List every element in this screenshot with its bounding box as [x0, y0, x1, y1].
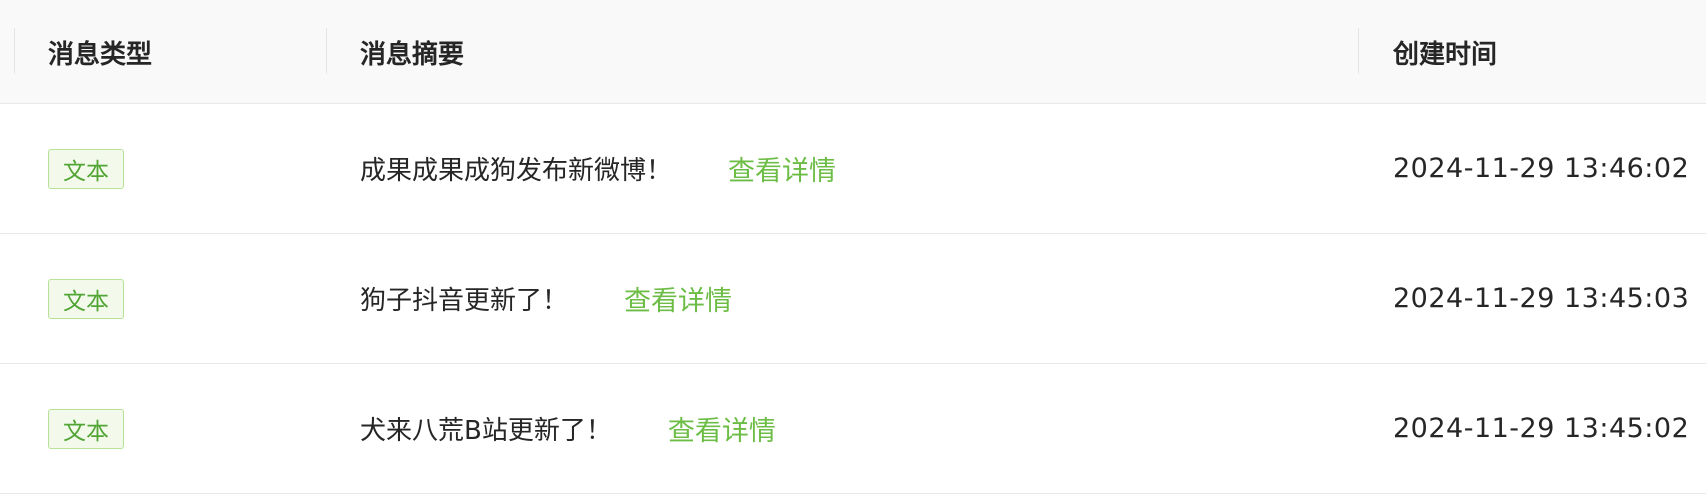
header-message-type[interactable]: 消息类型 — [48, 0, 152, 104]
table-row: 文本 犬来八荒B站更新了！ 查看详情 2024-11-29 13:45:02 — [0, 364, 1706, 494]
time-cell: 2024-11-29 13:45:03 — [1393, 234, 1689, 363]
view-details-link[interactable]: 查看详情 — [728, 149, 836, 188]
view-details-link[interactable]: 查看详情 — [668, 409, 776, 448]
type-cell: 文本 — [48, 234, 124, 363]
time-cell: 2024-11-29 13:45:02 — [1393, 364, 1689, 493]
column-divider — [326, 28, 327, 74]
type-cell: 文本 — [48, 104, 124, 233]
table-row: 文本 狗子抖音更新了！ 查看详情 2024-11-29 13:45:03 — [0, 234, 1706, 364]
table-header: 消息类型 消息摘要 创建时间 — [0, 0, 1706, 104]
column-divider — [1358, 28, 1359, 74]
created-time: 2024-11-29 13:45:02 — [1393, 413, 1690, 444]
message-table: 消息类型 消息摘要 创建时间 文本 成果成果成狗发布新微博！ 查看详情 2024… — [0, 0, 1706, 494]
column-divider — [14, 28, 15, 74]
time-cell: 2024-11-29 13:46:02 — [1393, 104, 1689, 233]
type-tag: 文本 — [48, 278, 124, 319]
type-tag: 文本 — [48, 408, 124, 449]
type-cell: 文本 — [48, 364, 124, 493]
table-row: 文本 成果成果成狗发布新微博！ 查看详情 2024-11-29 13:46:02 — [0, 104, 1706, 234]
header-created-time[interactable]: 创建时间 — [1393, 0, 1497, 104]
summary-cell: 狗子抖音更新了！ 查看详情 — [360, 234, 732, 363]
type-tag: 文本 — [48, 148, 124, 189]
header-message-summary[interactable]: 消息摘要 — [360, 0, 464, 104]
view-details-link[interactable]: 查看详情 — [624, 279, 732, 318]
created-time: 2024-11-29 13:45:03 — [1393, 283, 1690, 314]
message-summary: 犬来八荒B站更新了！ — [360, 416, 612, 446]
summary-cell: 犬来八荒B站更新了！ 查看详情 — [360, 364, 776, 493]
message-summary: 狗子抖音更新了！ — [360, 286, 569, 316]
summary-cell: 成果成果成狗发布新微博！ 查看详情 — [360, 104, 836, 233]
message-summary: 成果成果成狗发布新微博！ — [360, 156, 673, 186]
created-time: 2024-11-29 13:46:02 — [1393, 153, 1690, 184]
